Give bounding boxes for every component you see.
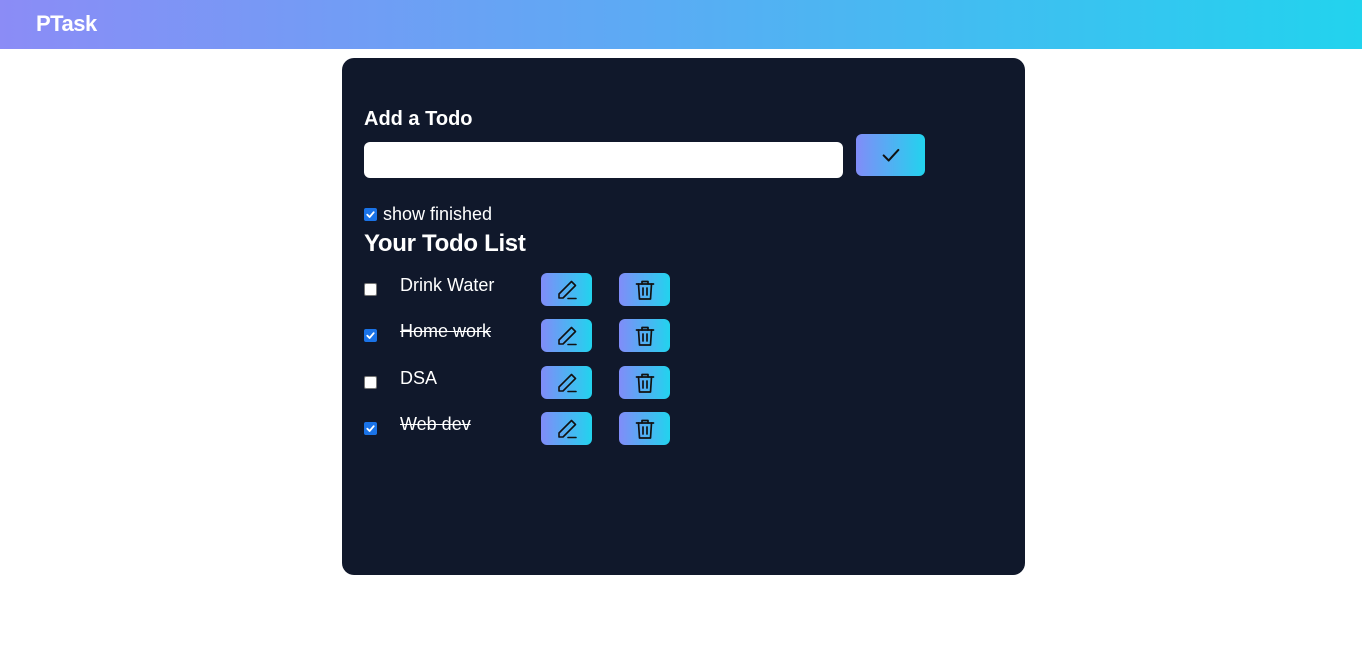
todo-checkbox[interactable] bbox=[364, 422, 377, 435]
edit-todo-button[interactable] bbox=[541, 319, 592, 352]
trash-icon bbox=[635, 326, 654, 346]
todo-checkbox[interactable] bbox=[364, 283, 377, 296]
edit-todo-button[interactable] bbox=[541, 366, 592, 399]
trash-icon bbox=[635, 280, 654, 300]
todo-item: Drink Water bbox=[364, 273, 684, 306]
navbar: PTask bbox=[0, 0, 1362, 49]
todo-checkbox[interactable] bbox=[364, 329, 377, 342]
save-todo-button[interactable] bbox=[856, 134, 925, 176]
pencil-icon bbox=[557, 280, 577, 299]
edit-todo-button[interactable] bbox=[541, 412, 592, 445]
todo-item: Web dev bbox=[364, 412, 684, 445]
todo-list-heading: Your Todo List bbox=[364, 230, 526, 257]
add-todo-heading: Add a Todo bbox=[364, 108, 473, 130]
todo-item: DSA bbox=[364, 366, 684, 399]
todo-text: DSA bbox=[400, 368, 438, 388]
todo-input[interactable] bbox=[364, 142, 843, 178]
todo-text: Web dev bbox=[400, 414, 471, 434]
delete-todo-button[interactable] bbox=[619, 366, 670, 399]
delete-todo-button[interactable] bbox=[619, 273, 670, 306]
pencil-icon bbox=[557, 326, 577, 345]
show-finished-label: show finished bbox=[383, 204, 493, 224]
todo-panel: Add a Todo show finished Your Todo List … bbox=[342, 58, 1025, 575]
brand-logo[interactable]: PTask bbox=[36, 11, 97, 37]
delete-todo-button[interactable] bbox=[619, 319, 670, 352]
trash-icon bbox=[635, 419, 654, 439]
show-finished-toggle[interactable]: show finished bbox=[364, 204, 492, 225]
check-icon bbox=[882, 148, 899, 162]
todo-text: Home work bbox=[400, 321, 492, 341]
delete-todo-button[interactable] bbox=[619, 412, 670, 445]
todo-checkbox[interactable] bbox=[364, 376, 377, 389]
pencil-icon bbox=[557, 419, 577, 438]
pencil-icon bbox=[557, 373, 577, 392]
trash-icon bbox=[635, 373, 654, 393]
todo-item: Home work bbox=[364, 319, 684, 352]
todo-text: Drink Water bbox=[400, 275, 495, 295]
edit-todo-button[interactable] bbox=[541, 273, 592, 306]
show-finished-checkbox[interactable] bbox=[364, 208, 377, 221]
